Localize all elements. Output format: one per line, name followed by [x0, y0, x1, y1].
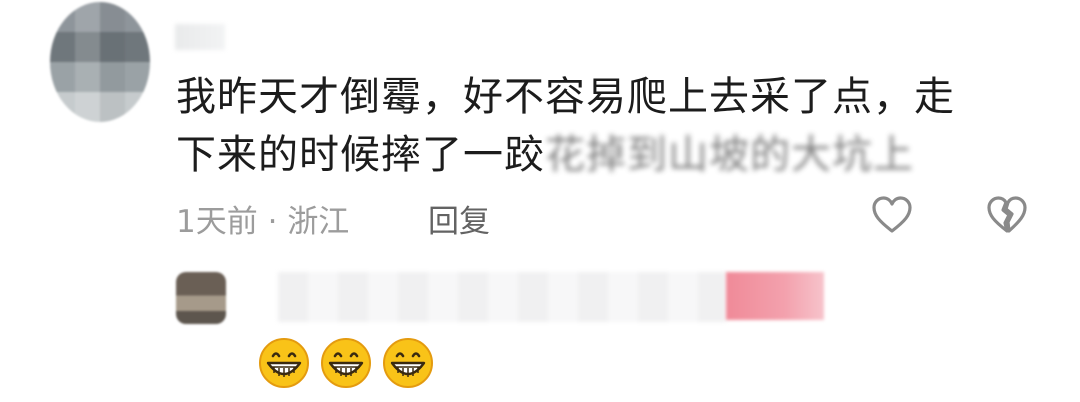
comment-text-line-1: 我昨天才倒霉，好不容易爬上去采了点，走	[176, 74, 955, 120]
broken-heart-icon[interactable]	[984, 192, 1030, 238]
comment-meta: 1天前 · 浙江	[176, 196, 349, 241]
comment-text-blurred: 花掉到山坡的大坑上	[545, 132, 914, 178]
emoji-row	[258, 337, 434, 389]
grinning-face-icon	[259, 338, 309, 388]
heart-outline-icon[interactable]	[869, 192, 915, 238]
comment-avatar[interactable]	[50, 2, 150, 122]
comment-text-visible: 下来的时候摔了一跤	[176, 132, 545, 178]
reply-text-blurred	[278, 272, 726, 322]
reply-avatar[interactable]	[176, 272, 226, 324]
reply-highlight-blurred	[726, 272, 824, 320]
comment-time: 1天前	[176, 204, 258, 240]
grinning-face-icon	[321, 338, 371, 388]
comment-location: 浙江	[287, 204, 350, 240]
comment-text-line-2: 下来的时候摔了一跤花掉到山坡的大坑上	[176, 130, 914, 180]
grinning-face-icon	[383, 338, 433, 388]
reply-button[interactable]: 回复	[428, 196, 490, 241]
meta-separator: ·	[267, 204, 278, 240]
comment-username-blurred[interactable]	[175, 24, 225, 50]
